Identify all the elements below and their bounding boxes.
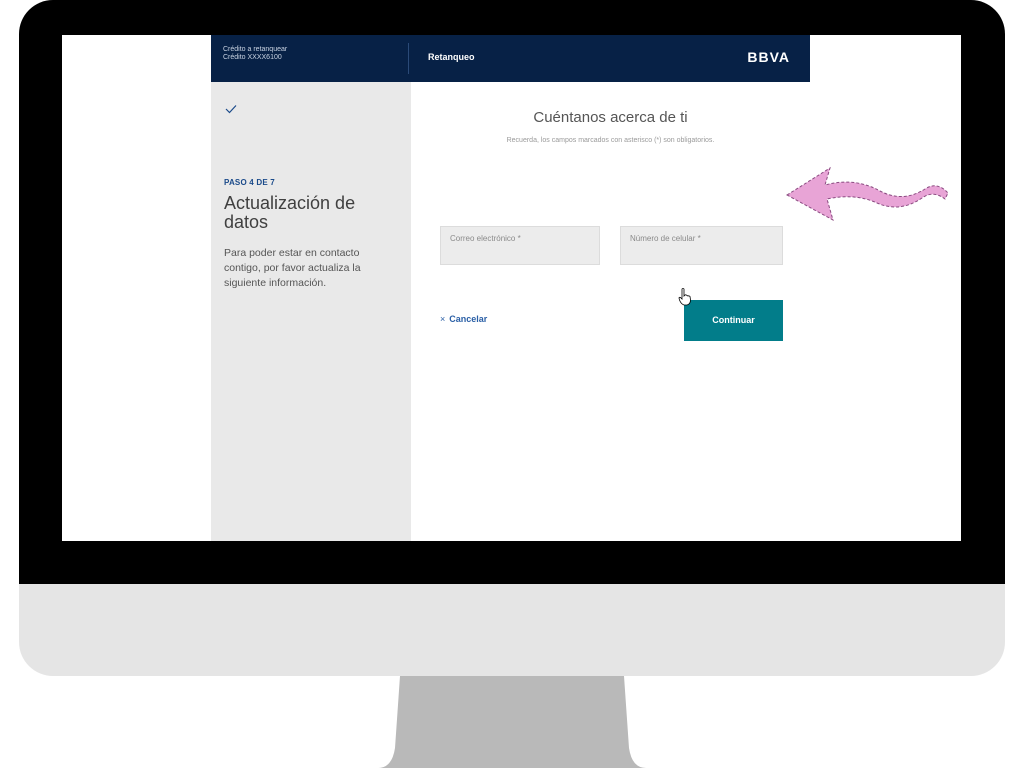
email-field[interactable]: Correo electrónico * [440, 226, 600, 265]
close-icon: × [440, 314, 446, 324]
bbva-logo[interactable]: BBVA [747, 49, 790, 65]
form-title: Cuéntanos acerca de ti [533, 109, 688, 126]
credit-number: Crédito XXXX6100 [223, 54, 282, 61]
step-description: Para poder estar en contacto contigo, po… [224, 247, 361, 289]
app-header: Crédito a retanquear Crédito XXXX6100 Re… [211, 35, 810, 82]
step-indicator: PASO 4 DE 7 [224, 178, 275, 187]
monitor-stand [378, 676, 646, 768]
form-panel: Cuéntanos acerca de ti Recuerda, los cam… [411, 82, 810, 541]
continue-button[interactable]: Continuar [684, 300, 783, 341]
screen: Crédito a retanquear Crédito XXXX6100 Re… [62, 35, 961, 541]
credit-info: Crédito a retanquear Crédito XXXX6100 [223, 46, 287, 62]
hand-cursor-icon [678, 288, 691, 306]
step-title: Actualización de datos [224, 193, 356, 232]
header-divider [408, 43, 409, 74]
cancel-label: Cancelar [449, 314, 488, 324]
cancel-link[interactable]: × Cancelar [440, 314, 487, 324]
phone-field[interactable]: Número de celular * [620, 226, 783, 265]
phone-placeholder: Número de celular * [630, 234, 701, 243]
monitor-chin [19, 584, 1005, 676]
page-title: Retanqueo [428, 52, 475, 62]
check-icon [225, 105, 237, 114]
annotation-arrow [786, 166, 949, 222]
form-subtitle: Recuerda, los campos marcados con asteri… [506, 137, 715, 144]
step-panel: PASO 4 DE 7 Actualización de datos Para … [211, 82, 411, 541]
credit-label: Crédito a retanquear [223, 46, 288, 53]
email-placeholder: Correo electrónico * [450, 234, 521, 243]
